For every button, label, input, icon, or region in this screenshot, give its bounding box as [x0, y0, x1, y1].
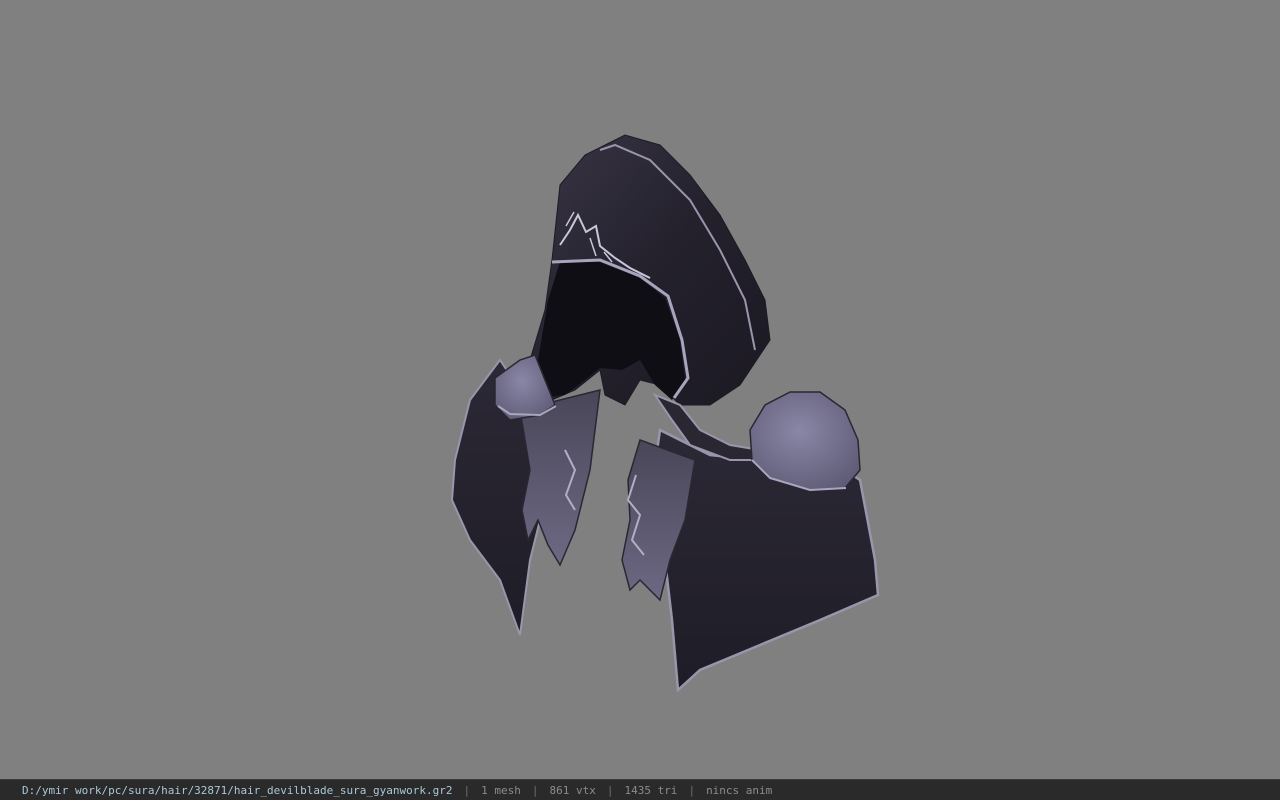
file-path: D:/ymir work/pc/sura/hair/32871/hair_dev…: [22, 783, 453, 797]
3d-viewport[interactable]: [0, 0, 1280, 779]
status-bar: D:/ymir work/pc/sura/hair/32871/hair_dev…: [0, 779, 1280, 800]
separator: |: [531, 783, 539, 797]
mesh-count: 1 mesh: [481, 783, 521, 797]
animation-status: nincs anim: [706, 783, 773, 797]
separator: |: [688, 783, 696, 797]
separator: |: [606, 783, 614, 797]
triangle-count: 1435 tri: [624, 783, 678, 797]
hood-mesh-icon: [450, 134, 880, 693]
separator: |: [463, 783, 471, 797]
vertex-count: 861 vtx: [549, 783, 596, 797]
